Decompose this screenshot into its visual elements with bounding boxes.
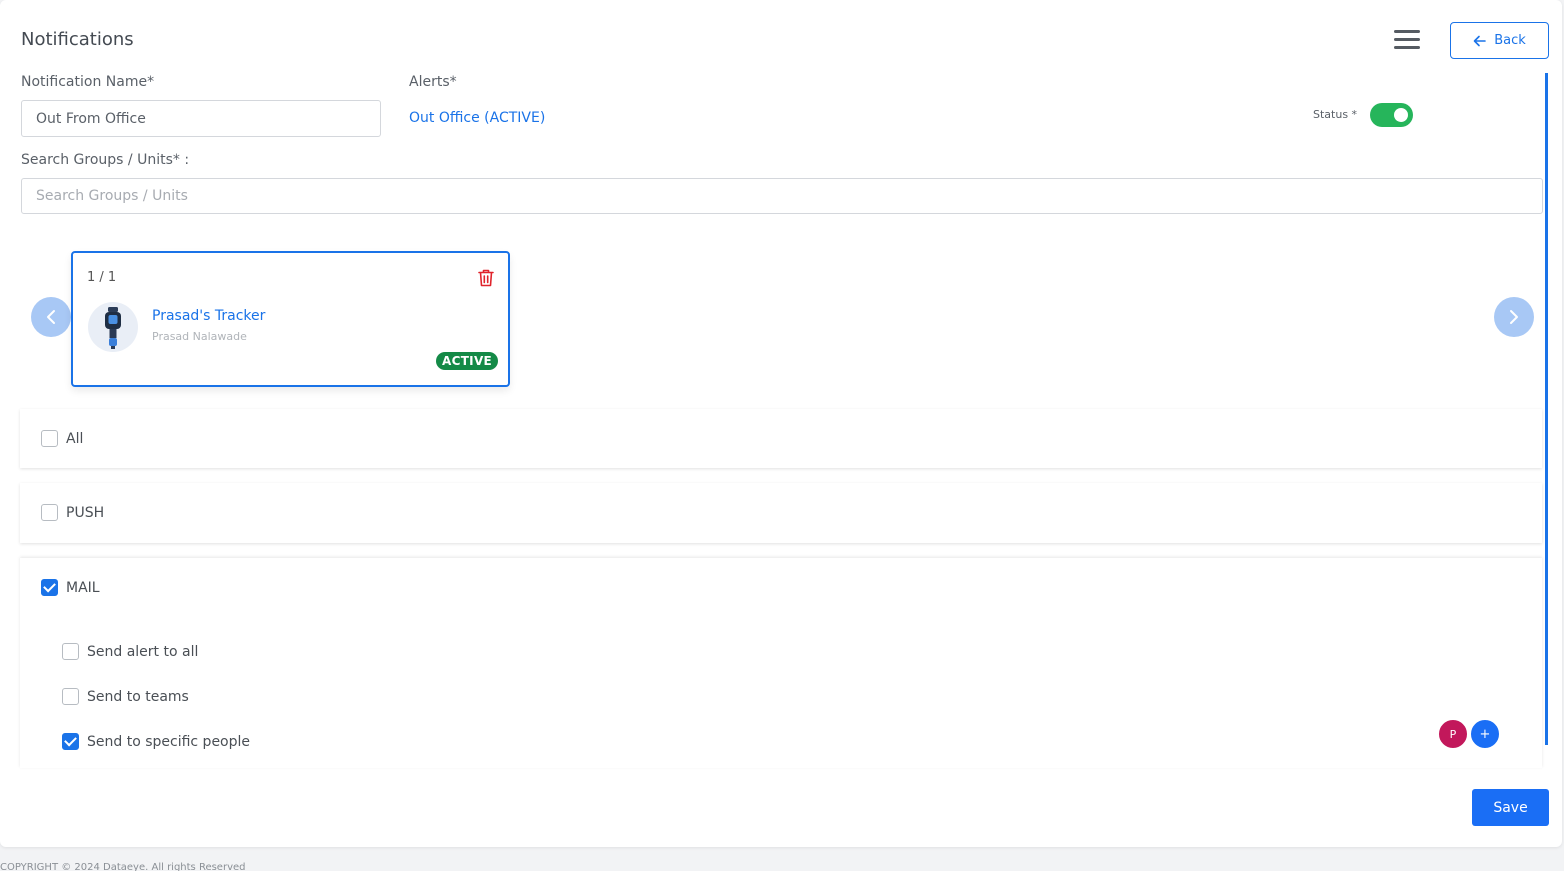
card-count: 1 / 1 (87, 270, 117, 285)
checkbox[interactable] (41, 504, 58, 521)
mail-option-label: Send to specific people (87, 733, 251, 750)
status-badge: ACTIVE (436, 352, 499, 370)
channel-section-all (20, 409, 1542, 468)
search-groups-label: Search Groups / Units* : (21, 152, 190, 168)
back-button[interactable]: Back (1450, 22, 1549, 59)
chevron-left-icon (47, 310, 55, 324)
notification-name-input[interactable]: Out From Office (21, 100, 381, 137)
search-groups-input[interactable]: Search Groups / Units (21, 178, 1543, 214)
mail-option-label: Send to teams (87, 688, 189, 705)
tracker-owner: Prasad Nalawade (152, 330, 247, 343)
channel-checkbox-all[interactable]: All (41, 430, 83, 447)
mail-option-send-all[interactable]: Send alert to all (62, 643, 198, 660)
notifications-panel: Notifications Back Notification Name* Ou… (0, 0, 1562, 847)
chevron-right-icon (1510, 310, 1518, 324)
tracker-avatar (88, 302, 138, 352)
checkbox[interactable] (41, 430, 58, 447)
status-label: Status * (1313, 108, 1358, 121)
person-chip[interactable]: P (1437, 718, 1469, 750)
tracker-card[interactable]: 1 / 1 Prasad's Tracker Prasad Nalawade A… (71, 251, 510, 387)
search-groups-placeholder: Search Groups / Units (36, 188, 188, 204)
arrow-left-icon (1473, 35, 1487, 46)
status-toggle[interactable] (1370, 103, 1413, 127)
checkbox[interactable] (62, 688, 79, 705)
tracker-device-icon (105, 307, 121, 349)
add-person-button[interactable]: + (1469, 718, 1501, 750)
channel-checkbox-mail[interactable]: MAIL (41, 579, 100, 596)
alerts-value-link[interactable]: Out Office (ACTIVE) (409, 110, 545, 126)
notification-name-value: Out From Office (36, 110, 146, 127)
mail-option-send-specific[interactable]: Send to specific people (62, 733, 250, 750)
mail-option-send-teams[interactable]: Send to teams (62, 688, 189, 705)
checkbox-checked[interactable] (62, 733, 79, 750)
channel-label: PUSH (66, 504, 105, 521)
back-button-label: Back (1494, 33, 1526, 48)
hamburger-menu-icon[interactable] (1394, 30, 1420, 50)
page-title: Notifications (21, 29, 134, 50)
checkbox-checked[interactable] (41, 579, 58, 596)
footer-copyright: COPYRIGHT © 2024 Dataeye. All rights Res… (0, 862, 246, 871)
save-button[interactable]: Save (1472, 789, 1549, 826)
alerts-label: Alerts* (409, 74, 457, 90)
channel-checkbox-push[interactable]: PUSH (41, 504, 104, 521)
scrollbar[interactable] (1545, 73, 1548, 745)
channel-label: MAIL (66, 579, 100, 596)
notification-name-label: Notification Name* (21, 74, 155, 90)
trash-icon[interactable] (477, 268, 495, 288)
carousel-prev-button[interactable] (31, 297, 71, 337)
channel-label: All (66, 430, 84, 447)
channel-section-push (20, 483, 1542, 543)
carousel-next-button[interactable] (1494, 297, 1534, 337)
checkbox[interactable] (62, 643, 79, 660)
mail-option-label: Send alert to all (87, 643, 199, 660)
tracker-name-link[interactable]: Prasad's Tracker (152, 308, 265, 324)
